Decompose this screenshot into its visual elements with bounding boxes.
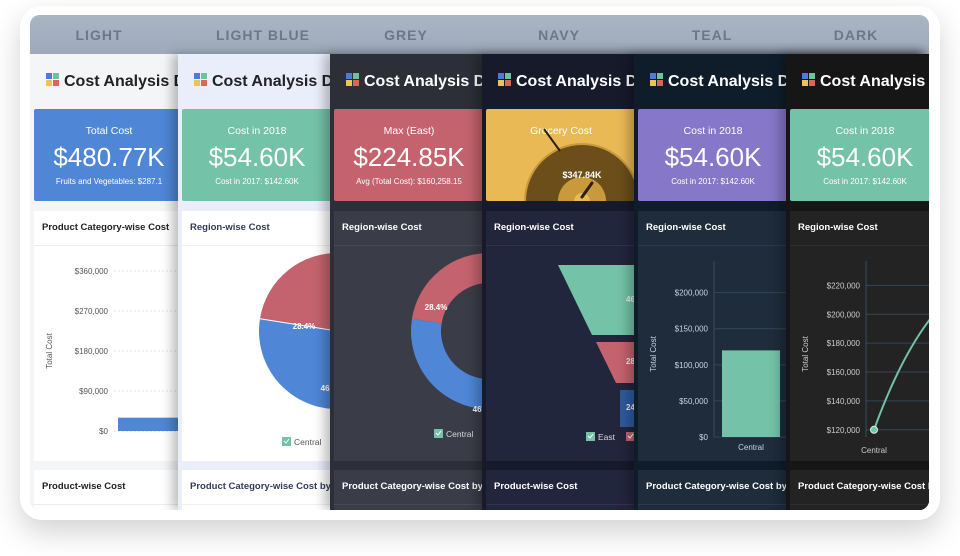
legend-item-central[interactable]: Central [434, 429, 474, 439]
slice-label-west: 28.4% [293, 322, 316, 331]
tab-light-blue[interactable]: LIGHT BLUE [187, 27, 339, 43]
y-tick-label: $200,000 [827, 310, 861, 319]
kpi-label: Cost in 2018 [835, 125, 895, 137]
y-tick-label: $200,000 [675, 289, 709, 298]
y-tick-label: $50,000 [679, 397, 708, 406]
chart-title: Region-wise Cost [342, 222, 422, 233]
y-tick-label: $150,000 [675, 325, 709, 334]
bottom-card-title: Product-wise Cost [494, 481, 578, 492]
dashboard-title: Cost Analysis Dashboard [802, 73, 929, 91]
legend-label: East [598, 432, 616, 442]
chart-title: Region-wise Cost [494, 222, 574, 233]
chart-title: Region-wise Cost [190, 222, 270, 233]
y-axis-label: Total Cost [649, 335, 658, 371]
dashboard-logo-icon [346, 73, 360, 87]
series-line [873, 318, 929, 431]
y-tick-label: $140,000 [827, 397, 861, 406]
y-tick-label: $0 [99, 427, 108, 436]
theme-showcase: Cost Analysis Dashboard Total Cost $480.77… [30, 15, 929, 510]
dashboard-logo-icon [650, 73, 664, 87]
divider [790, 245, 929, 246]
legend-item-central[interactable]: Central [282, 437, 322, 447]
y-tick-label: $120,000 [827, 426, 861, 435]
y-axis-label: Total Cost [801, 335, 810, 371]
y-tick-label: $180,000 [75, 347, 109, 356]
tab-dark[interactable]: DARK [780, 27, 929, 43]
chart-title: Region-wise Cost [798, 222, 878, 233]
kpi-label: Cost in 2018 [227, 125, 287, 137]
tab-light[interactable]: LIGHT [30, 27, 175, 43]
dashboard-title-text: Cost Analysis Dashboard [820, 73, 929, 90]
kpi-subtext: Cost in 2017: $142.60K [823, 177, 907, 186]
kpi-label: Total Cost [85, 125, 133, 137]
y-tick-label: $0 [699, 433, 708, 442]
chart-title: Product Category-wise Cost [42, 222, 170, 233]
gauge-value: $347.84K [562, 170, 602, 180]
kpi-value: $480.77K [53, 142, 165, 172]
y-tick-label: $360,000 [75, 267, 109, 276]
kpi-value: $54.60K [816, 142, 914, 172]
data-point-central[interactable] [870, 425, 878, 434]
kpi-widget[interactable]: Cost in 2018 $54.60K Cost in 2017: $142.60… [790, 109, 929, 201]
tab-grey[interactable]: GREY [330, 27, 482, 43]
y-tick-label: $270,000 [75, 307, 109, 316]
pie-slice-west[interactable] [411, 253, 493, 324]
kpi-subtext: Cost in 2017: $142.60K [671, 177, 755, 186]
kpi-value: $54.60K [664, 142, 762, 172]
y-tick-label: $100,000 [675, 361, 709, 370]
kpi-subtext: Cost in 2017: $142.60K [215, 177, 299, 186]
divider [790, 504, 929, 505]
bottom-card-title: Product Category-wise Cost by Region [798, 481, 929, 492]
tab-teal[interactable]: TEAL [636, 27, 788, 43]
kpi-subtext: Fruits and Vegetables: $287.1 [55, 177, 163, 186]
slice-label-west: 28.4% [425, 303, 448, 312]
legend-label: Central [294, 437, 322, 447]
chart-svg: Total Cost $120,000 $140,000 $160,000 $180,0… [801, 261, 929, 455]
y-tick-label: $180,000 [827, 339, 861, 348]
y-tick-label: $220,000 [827, 281, 861, 290]
dashboard-logo-icon [46, 73, 60, 87]
kpi-label: Cost in 2018 [683, 125, 743, 137]
theme-panel-dark: Cost Analysis Dashboard Cost in 2018 $54.6… [786, 54, 929, 510]
legend-item-east[interactable]: East [586, 432, 616, 442]
dashboard-logo-icon [498, 73, 512, 87]
y-tick-label: $90,000 [79, 387, 108, 396]
bottom-card-title: Product-wise Cost [42, 481, 126, 492]
dashboard-logo-icon [802, 73, 816, 87]
chart-card: Region-wise Cost Total Cost $120,000 $140,0… [790, 211, 929, 461]
legend-label: Central [446, 429, 474, 439]
kpi-label: Max (East) [383, 125, 435, 137]
pie-slice-west[interactable] [259, 253, 341, 331]
bar-central[interactable] [722, 350, 780, 437]
kpi-value: $54.60K [208, 142, 306, 172]
gauge-target-marker [543, 128, 561, 152]
x-tick-label: Central [861, 446, 887, 455]
y-tick-label: $160,000 [827, 368, 861, 377]
kpi-value: $224.85K [353, 142, 465, 172]
dashboard-logo-icon [194, 73, 208, 87]
gauge-chart: $347.84K [524, 128, 636, 201]
kpi-subtext: Avg (Total Cost): $160,258.15 [356, 177, 462, 186]
tab-navy[interactable]: NAVY [483, 27, 635, 43]
bottom-card: Product Category-wise Cost by Region [790, 470, 929, 510]
chart-title: Region-wise Cost [646, 222, 726, 233]
x-tick-label: Central [738, 443, 764, 452]
y-axis-label: Total Cost [45, 332, 54, 368]
